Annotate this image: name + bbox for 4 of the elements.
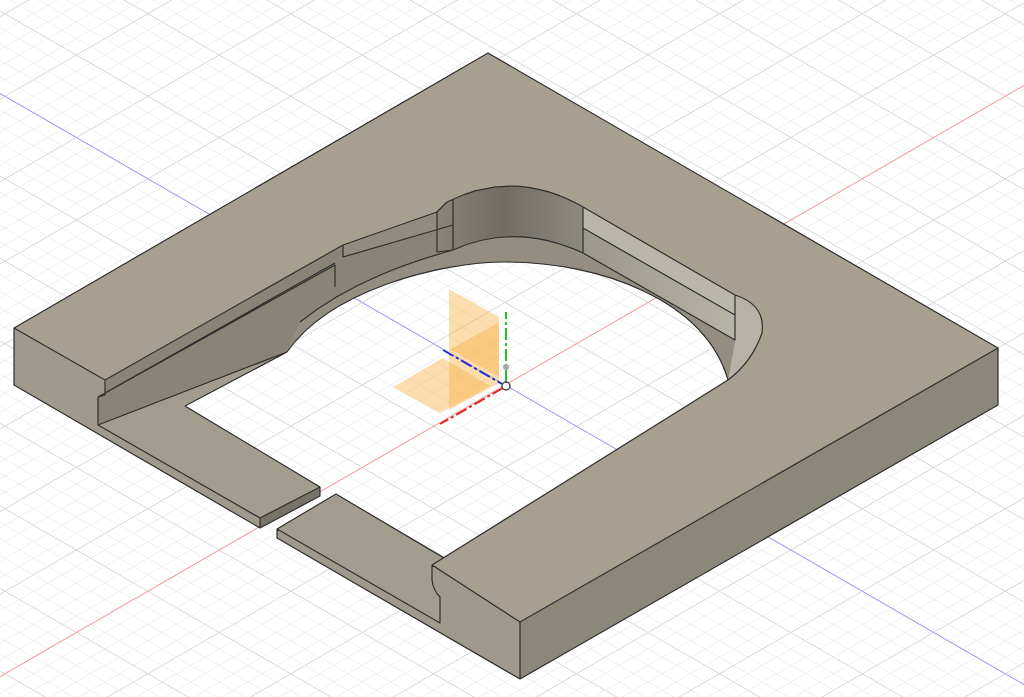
origin-z-axis-line (442, 349, 503, 385)
axis-dot-icon (503, 364, 509, 370)
origin-x-axis-line (439, 387, 504, 425)
origin-y-axis-line (505, 311, 507, 383)
